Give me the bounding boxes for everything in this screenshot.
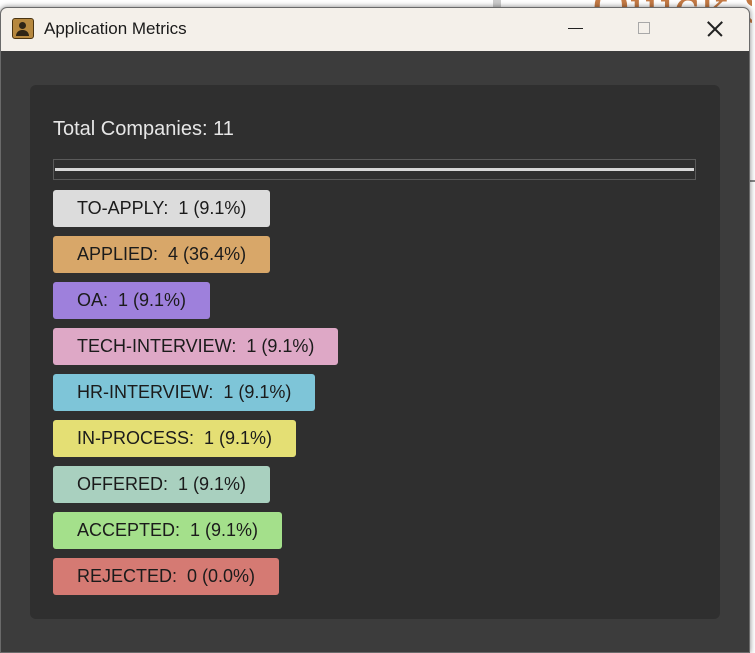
status-list: TO-APPLY: 1 (9.1%) APPLIED: 4 (36.4%) OA: …	[53, 190, 339, 595]
status-chip-hr-interview: HR-INTERVIEW: 1 (9.1%)	[53, 374, 316, 411]
progress-bar	[53, 159, 696, 180]
title-bar[interactable]: Application Metrics	[1, 8, 749, 51]
status-chip-oa: OA: 1 (9.1%)	[53, 282, 211, 319]
status-chip-rejected: REJECTED: 0 (0.0%)	[53, 558, 280, 595]
address-book-icon	[12, 18, 34, 39]
progress-bar-fill	[55, 168, 694, 171]
window-title: Application Metrics	[44, 19, 187, 38]
status-chip-accepted: ACCEPTED: 1 (9.1%)	[53, 512, 283, 549]
metrics-panel: Total Companies: 11 TO-APPLY: 1 (9.1%) AP…	[30, 85, 720, 619]
status-chip-applied: APPLIED: 4 (36.4%)	[53, 236, 271, 273]
background-rule	[750, 180, 755, 182]
status-chip-offered: OFFERED: 1 (9.1%)	[53, 466, 271, 503]
minimize-button[interactable]	[552, 8, 598, 51]
maximize-button[interactable]	[621, 8, 667, 51]
metrics-window: Application Metrics Total Companies: 11 …	[0, 7, 750, 653]
status-chip-tech-interview: TECH-INTERVIEW: 1 (9.1%)	[53, 328, 339, 365]
status-chip-to-apply: TO-APPLY: 1 (9.1%)	[53, 190, 271, 227]
close-button[interactable]	[691, 8, 737, 51]
status-chip-in-process: IN-PROCESS: 1 (9.1%)	[53, 420, 297, 457]
total-companies-label: Total Companies: 11	[53, 118, 234, 140]
